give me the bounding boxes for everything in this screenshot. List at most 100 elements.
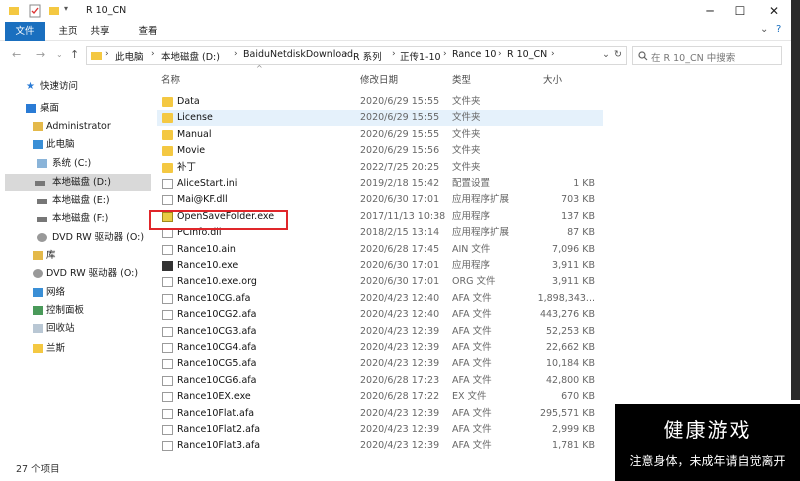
file-type: AFA 文件 [452, 440, 492, 452]
file-size: 3,911 KB [552, 276, 595, 288]
file-name: Rance10EX.exe [177, 391, 251, 403]
column-header-size[interactable]: 大小 [543, 72, 562, 86]
file-type: AFA 文件 [452, 424, 492, 435]
file-row[interactable]: Rance10CG6.afa 2020/6/28 17:23 AFA 文件 42,80… [157, 373, 603, 389]
file-row[interactable]: Rance10CG3.afa 2020/4/23 12:39 AFA 文件 52,25… [157, 324, 603, 340]
breadcrumb-baidu[interactable]: BaiduNetdiskDownload [243, 49, 353, 60]
health-notice-banner: 健康游戏 注意身体，未成年请自觉离开 [615, 404, 800, 481]
nav-item-control-panel[interactable]: 控制面板 [0, 302, 146, 319]
file-size: 1,898,343... [537, 292, 595, 304]
file-row[interactable]: Rance10EX.exe 2020/6/28 17:22 EX 文件 670 KB [157, 389, 603, 405]
nav-item-drive-e[interactable]: 本地磁盘 (E:) [0, 192, 146, 209]
breadcrumb-separator-icon[interactable]: › [551, 49, 555, 59]
file-date: 2017/11/13 10:38 [360, 210, 446, 222]
nav-item-recycle-bin[interactable]: 回收站 [0, 320, 146, 337]
file-row[interactable]: Rance10CG4.afa 2020/4/23 12:39 AFA 文件 22,66… [157, 340, 603, 356]
forward-arrow-icon[interactable]: → [36, 48, 45, 61]
tab-home[interactable]: 主页 [56, 22, 80, 41]
breadcrumb-separator-icon[interactable]: › [443, 49, 447, 59]
breadcrumb-separator-icon[interactable]: › [151, 49, 155, 59]
tab-share[interactable]: 共享 [88, 22, 112, 41]
address-bar[interactable]: › 此电脑 › 本地磁盘 (D:) › BaiduNetdiskDownload… [86, 46, 627, 65]
file-row[interactable]: Rance10CG5.afa 2020/4/23 12:39 AFA 文件 10,18… [157, 356, 603, 372]
maximize-button[interactable]: ☐ [724, 0, 756, 22]
tab-file[interactable]: 文件 [5, 22, 45, 41]
help-icon[interactable]: ? [776, 24, 781, 35]
quick-access-dropdown-icon[interactable]: ▾ [64, 4, 68, 18]
breadcrumb-separator-icon[interactable]: › [234, 49, 238, 59]
new-folder-icon[interactable] [48, 4, 60, 18]
nav-item-dvd-o-2[interactable]: DVD RW 驱动器 (O:) [0, 265, 146, 282]
nav-item-drive-c[interactable]: 系统 (C:) [0, 155, 146, 172]
breadcrumb-r10cn[interactable]: R 10_CN [507, 49, 547, 60]
breadcrumb-main-series[interactable]: 正传1-10 [400, 49, 441, 63]
file-row[interactable]: Rance10CG.afa 2020/4/23 12:40 AFA 文件 1,898,… [157, 291, 603, 307]
file-row[interactable]: Rance10Flat3.afa 2020/4/23 12:39 AFA 文件 1,7… [157, 438, 603, 454]
file-size: 137 KB [561, 210, 595, 222]
file-name: Rance10.exe.org [177, 276, 257, 288]
breadcrumb-separator-icon[interactable]: › [392, 49, 396, 59]
nav-item-libraries[interactable]: 库 [0, 247, 146, 264]
file-icon [162, 277, 173, 288]
breadcrumb-this-pc[interactable]: 此电脑 [115, 49, 144, 63]
file-name: License [177, 112, 213, 124]
file-date: 2020/6/29 15:55 [360, 128, 440, 140]
close-button[interactable]: ✕ [758, 0, 790, 22]
recent-locations-icon[interactable]: ⌄ [56, 50, 63, 59]
nav-item-network[interactable]: 网络 [0, 284, 146, 301]
nav-item-quick-access[interactable]: ★ 快速访问 [0, 78, 146, 95]
star-icon: ★ [26, 81, 35, 92]
column-header-type[interactable]: 类型 [452, 72, 471, 86]
file-row[interactable]: AliceStart.ini 2019/2/18 15:42 配置设置 1 KB [157, 176, 603, 192]
column-header-name[interactable]: 名称 [161, 72, 180, 86]
refresh-icon[interactable]: ↻ [614, 49, 622, 60]
file-icon [162, 359, 173, 370]
file-row[interactable]: Rance10.exe 2020/6/30 17:01 应用程序 3,911 KB [157, 258, 603, 274]
column-header-date[interactable]: 修改日期 [360, 72, 398, 86]
file-row[interactable]: Data 2020/6/29 15:55 文件夹 [157, 94, 603, 110]
folder-icon [162, 97, 173, 107]
nav-item-this-pc[interactable]: 此电脑 [0, 136, 146, 153]
highlight-annotation-box [149, 210, 288, 230]
drive-icon [37, 199, 47, 204]
file-row[interactable]: Mai@KF.dll 2020/6/30 17:01 应用程序扩展 703 KB [157, 192, 603, 208]
breadcrumb-separator-icon[interactable]: › [344, 49, 348, 59]
file-row[interactable]: Manual 2020/6/29 15:55 文件夹 [157, 127, 603, 143]
folder-icon [162, 162, 173, 173]
file-date: 2020/6/30 17:01 [360, 194, 440, 206]
file-icon [162, 392, 173, 403]
nav-item-desktop[interactable]: 桌面 [0, 100, 146, 117]
file-row[interactable]: Rance10CG2.afa 2020/4/23 12:40 AFA 文件 443,2… [157, 307, 603, 323]
nav-item-dvd-o[interactable]: DVD RW 驱动器 (O:) [0, 229, 146, 246]
address-dropdown-icon[interactable]: ⌄ [602, 49, 610, 60]
breadcrumb-rance10[interactable]: Rance 10 [452, 49, 496, 60]
file-row[interactable]: Rance10.ain 2020/6/28 17:45 AIN 文件 7,096 KB [157, 242, 603, 258]
back-arrow-icon[interactable]: ← [12, 48, 21, 61]
file-type: AFA 文件 [452, 292, 492, 304]
file-icon [162, 441, 173, 452]
expand-ribbon-icon[interactable]: ⌄ [760, 24, 768, 35]
file-name: Rance10CG2.afa [177, 309, 257, 321]
nav-item-drive-d[interactable]: 本地磁盘 (D:) [5, 174, 151, 191]
file-row[interactable]: Rance10.exe.org 2020/6/30 17:01 ORG 文件 3,91… [157, 274, 603, 290]
file-type: 应用程序 [452, 260, 491, 271]
file-type: 应用程序扩展 [452, 227, 510, 239]
nav-item-administrator[interactable]: Administrator [0, 118, 146, 135]
search-placeholder: 在 R 10_CN 中搜索 [651, 53, 736, 64]
file-row[interactable]: Rance10Flat.afa 2020/4/23 12:39 AFA 文件 295,… [157, 406, 603, 422]
file-row[interactable]: License 2020/6/29 15:55 文件夹 [157, 110, 603, 127]
tab-view[interactable]: 查看 [136, 22, 160, 41]
nav-item-drive-f[interactable]: 本地磁盘 (F:) [0, 210, 146, 227]
breadcrumb-drive-d[interactable]: 本地磁盘 (D:) [161, 49, 220, 63]
breadcrumb-r-series[interactable]: R 系列 [353, 49, 382, 63]
minimize-button[interactable]: ─ [694, 0, 726, 22]
file-row[interactable]: 补丁 2022/7/25 20:25 文件夹 [157, 160, 603, 176]
nav-item-rance[interactable]: 兰斯 [0, 340, 146, 357]
file-row[interactable]: Rance10Flat2.afa 2020/4/23 12:39 AFA 文件 2,9… [157, 422, 603, 438]
breadcrumb-separator-icon[interactable]: › [105, 49, 109, 59]
up-arrow-icon[interactable]: ↑ [70, 48, 79, 61]
search-input[interactable]: 在 R 10_CN 中搜索 [632, 46, 782, 65]
file-row[interactable]: Movie 2020/6/29 15:56 文件夹 [157, 143, 603, 159]
breadcrumb-separator-icon[interactable]: › [498, 49, 502, 59]
properties-icon[interactable] [28, 4, 42, 18]
